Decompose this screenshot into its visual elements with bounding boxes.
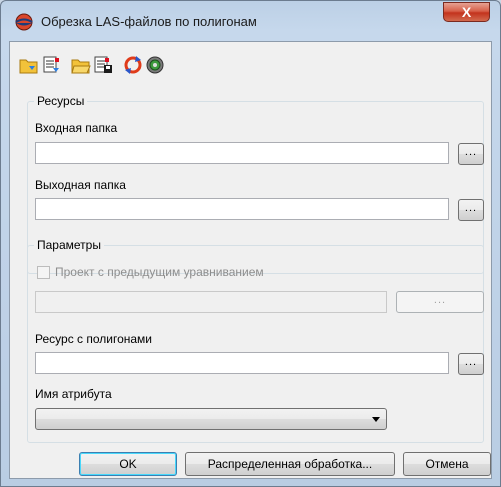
distributed-processing-button[interactable]: Распределенная обработка... <box>185 452 395 476</box>
project-checkbox-label: Проект с предыдущим уравниванием <box>55 265 264 279</box>
refresh-icon[interactable] <box>122 54 144 76</box>
output-folder-browse-button[interactable]: ... <box>458 199 484 221</box>
input-folder-field[interactable] <box>35 142 449 164</box>
open-settings-icon[interactable] <box>18 54 40 76</box>
las-globe-icon <box>15 13 33 31</box>
close-icon: X <box>461 4 472 20</box>
input-folder-browse-button[interactable]: ... <box>458 143 484 165</box>
attribute-dropdown[interactable] <box>35 408 387 430</box>
close-button[interactable]: X <box>443 2 490 22</box>
cancel-button[interactable]: Отмена <box>403 452 491 476</box>
polygon-resource-field[interactable] <box>35 352 449 374</box>
ok-button[interactable]: OK <box>79 452 177 476</box>
save-as-icon[interactable] <box>92 54 114 76</box>
attribute-label: Имя атрибута <box>35 387 112 401</box>
dialog-window: Обрезка LAS-файлов по полигонам X Ресурс… <box>0 0 501 487</box>
input-folder-label: Входная папка <box>35 121 118 135</box>
params-legend: Параметры <box>34 238 104 252</box>
window-title: Обрезка LAS-файлов по полигонам <box>41 14 257 29</box>
save-settings-icon[interactable] <box>40 54 62 76</box>
project-field[interactable] <box>35 291 387 313</box>
output-folder-label: Выходная папка <box>35 178 126 192</box>
chevron-down-icon <box>372 417 380 422</box>
output-folder-field[interactable] <box>35 198 449 220</box>
dialog-client: Ресурсы Входная папка ... Выходная папка… <box>9 41 492 479</box>
project-checkbox[interactable] <box>37 266 50 279</box>
title-bar[interactable]: Обрезка LAS-файлов по полигонам X <box>1 1 500 41</box>
polygon-resource-label: Ресурс с полигонами <box>35 332 153 346</box>
run-icon[interactable] <box>144 54 166 76</box>
resources-legend: Ресурсы <box>34 94 88 108</box>
polygon-resource-browse-button[interactable]: ... <box>458 353 484 375</box>
project-browse-button[interactable]: ... <box>396 291 484 313</box>
open-folder-icon[interactable] <box>70 54 92 76</box>
